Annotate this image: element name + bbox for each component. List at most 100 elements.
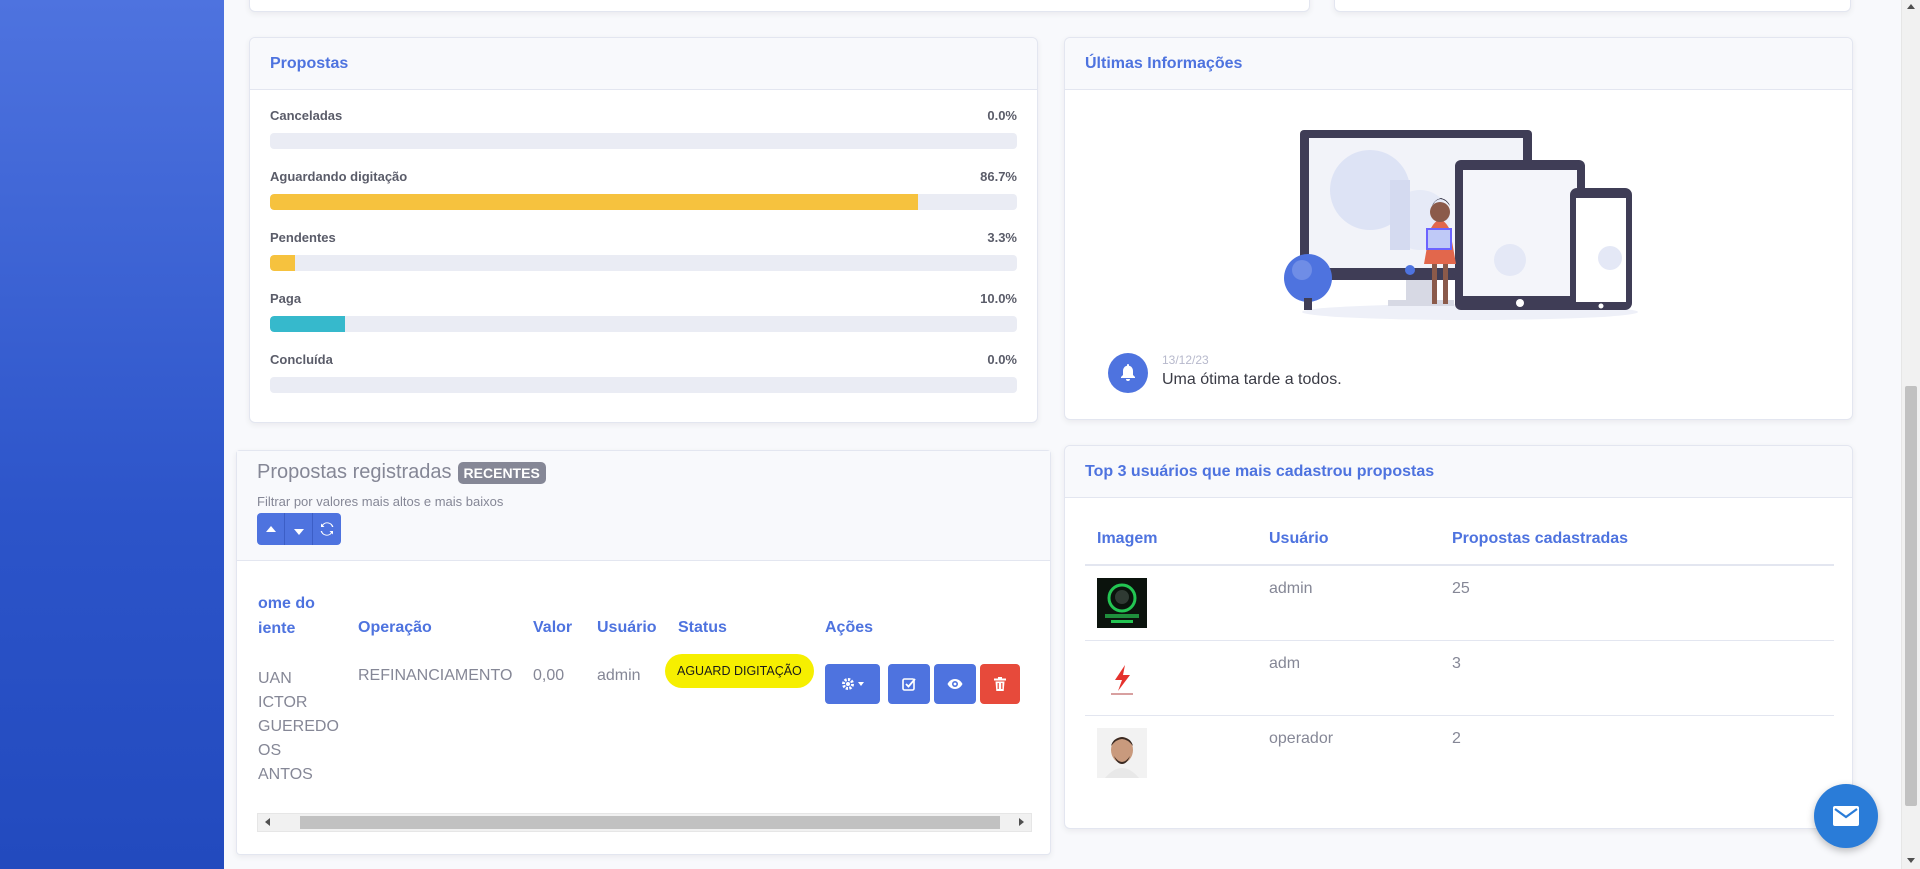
message-fab-button[interactable] (1814, 784, 1878, 848)
progress-bar-fill (270, 194, 918, 210)
cell-operacao: REFINANCIAMENTO (358, 667, 513, 684)
nome-line: ANTOS (258, 766, 313, 783)
progress-label-row: Canceladas 0.0% (270, 108, 1017, 123)
vertical-scrollbar[interactable] (1901, 0, 1920, 869)
progress-label-row: Pendentes 3.3% (270, 230, 1017, 245)
progress-bar-fill (270, 316, 345, 332)
registradas-subtitle: Filtrar por valores mais altos e mais ba… (257, 494, 504, 509)
top3-usuarios-card: Top 3 usuários que mais cadastrou propos… (1064, 445, 1853, 829)
progress-bar (270, 255, 1017, 271)
col-nome-line2: iente (258, 620, 296, 637)
refresh-button[interactable] (313, 513, 341, 545)
col-nome-line1: ome do (258, 595, 315, 612)
sort-asc-button[interactable] (257, 513, 285, 545)
sort-button-group (257, 513, 1030, 545)
avatar (1097, 578, 1147, 628)
refresh-icon (320, 522, 334, 536)
propostas-card-header: Propostas (250, 38, 1037, 90)
nome-line: ICTOR (258, 694, 308, 711)
progress-percent: 86.7% (980, 169, 1017, 184)
top-card-right (1334, 0, 1851, 12)
progress-label: Concluída (270, 352, 333, 367)
col-status-header[interactable]: Status (678, 619, 727, 637)
propostas-card: Propostas Canceladas 0.0% Aguardando digit… (249, 37, 1038, 423)
progress-label: Pendentes (270, 230, 336, 245)
top3-usuario: admin (1269, 580, 1313, 597)
top3-propostas: 3 (1452, 655, 1461, 672)
registradas-title: Propostas registradas (257, 461, 452, 483)
progress-label: Aguardando digitação (270, 169, 408, 184)
caret-up-icon (265, 526, 276, 532)
top3-propostas: 2 (1452, 730, 1461, 747)
col-imagem-header: Imagem (1097, 530, 1158, 547)
view-button[interactable] (934, 664, 976, 704)
progress-bar (270, 194, 1017, 210)
avatar (1097, 653, 1147, 703)
top-card-left (249, 0, 1310, 12)
col-valor-header[interactable]: Valor (533, 619, 572, 637)
progress-percent: 0.0% (987, 352, 1017, 367)
info-card-title: Últimas Informações (1085, 54, 1243, 72)
top3-usuario: operador (1269, 730, 1334, 747)
envelope-icon (1833, 806, 1859, 826)
propostas-progress-list: Canceladas 0.0% Aguardando digitação 86.7% P… (250, 90, 1037, 393)
propostas-registradas-card: Propostas registradas RECENTES Filtrar p… (236, 450, 1051, 855)
col-usuario-header[interactable]: Usuário (597, 619, 657, 637)
top3-usuario: adm (1269, 655, 1301, 672)
col-usuario-header: Usuário (1269, 530, 1329, 547)
avatar (1097, 728, 1147, 778)
progress-label: Canceladas (270, 108, 343, 123)
horizontal-scrollbar[interactable] (257, 813, 1032, 832)
delete-button[interactable] (980, 664, 1020, 704)
notice-text: Uma ótima tarde a todos. (1162, 371, 1342, 388)
cell-usuario: admin (597, 667, 641, 684)
progress-item: Pendentes 3.3% (270, 230, 1017, 271)
progress-item: Paga 10.0% (270, 291, 1017, 332)
sort-desc-button[interactable] (285, 513, 313, 545)
progress-item: Concluída 0.0% (270, 352, 1017, 393)
progress-percent: 10.0% (980, 291, 1017, 306)
propostas-card-title: Propostas (270, 54, 349, 72)
col-propostas-header: Propostas cadastradas (1452, 530, 1629, 547)
scroll-right-icon (1019, 818, 1024, 826)
progress-percent: 0.0% (987, 108, 1017, 123)
cell-nome: UAN ICTOR GUEREDO OS ANTOS (258, 667, 339, 787)
recentes-badge: RECENTES (457, 461, 546, 484)
vertical-scroll-thumb[interactable] (1905, 386, 1917, 806)
registradas-header: Propostas registradas RECENTES Filtrar p… (237, 451, 1050, 561)
top3-card-title: Top 3 usuários que mais cadastrou propos… (1085, 462, 1435, 480)
col-acoes-header[interactable]: Ações (825, 619, 873, 637)
progress-percent: 3.3% (987, 230, 1017, 245)
progress-label: Paga (270, 291, 302, 306)
progress-bar (270, 377, 1017, 393)
notice-date: 13/12/23 (1162, 353, 1209, 367)
nome-line: OS (258, 742, 282, 759)
scroll-down-icon[interactable] (1907, 858, 1915, 863)
scroll-up-icon[interactable] (1907, 4, 1915, 9)
devices-illustration (1284, 130, 1638, 320)
table-row: admin 25 (1085, 566, 1834, 641)
progress-bar (270, 133, 1017, 149)
approve-button[interactable] (888, 664, 930, 704)
horizontal-scroll-thumb[interactable] (300, 816, 1000, 829)
progress-bar (270, 316, 1017, 332)
table-row: adm 3 (1085, 641, 1834, 716)
settings-dropdown-button[interactable] (825, 664, 880, 704)
cell-valor: 0,00 (533, 667, 565, 684)
notice-item: 13/12/23 Uma ótima tarde a todos. (1108, 353, 1342, 393)
gear-icon (841, 678, 864, 690)
nome-line: GUEREDO (258, 718, 339, 735)
top3-table: Imagem Usuário Propostas cadastradas adm… (1085, 516, 1834, 791)
col-nome-header[interactable]: ome do iente (258, 595, 315, 638)
progress-label-row: Concluída 0.0% (270, 352, 1017, 367)
progress-item: Canceladas 0.0% (270, 108, 1017, 149)
top3-table-header: Imagem Usuário Propostas cadastradas (1085, 516, 1834, 566)
check-square-icon (902, 678, 916, 691)
progress-bar-fill (270, 255, 295, 271)
col-operacao-header[interactable]: Operação (358, 619, 432, 637)
top3-propostas: 25 (1452, 580, 1470, 597)
table-row: operador 2 (1085, 716, 1834, 791)
progress-label-row: Aguardando digitação 86.7% (270, 169, 1017, 184)
eye-icon (947, 679, 963, 689)
caret-down-icon (293, 529, 304, 535)
